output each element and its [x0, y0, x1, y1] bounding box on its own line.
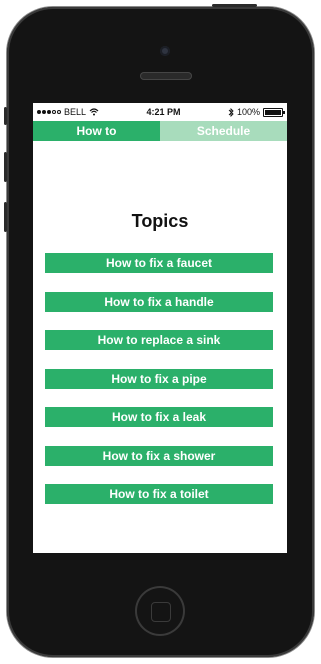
clock: 4:21 PM — [146, 107, 181, 117]
power-button — [212, 4, 257, 7]
topic-button-fix-leak[interactable]: How to fix a leak — [45, 407, 273, 427]
side-switch — [4, 107, 7, 125]
earpiece-speaker — [140, 72, 192, 80]
topic-button-fix-handle[interactable]: How to fix a handle — [45, 291, 273, 312]
app-screen: BELL 4:21 PM 100% How to Schedule Topics… — [33, 103, 287, 553]
page-title: Topics — [131, 211, 189, 231]
volume-up-button — [4, 152, 7, 182]
topic-button-fix-pipe[interactable]: How to fix a pipe — [45, 368, 273, 389]
tab-schedule[interactable]: Schedule — [160, 121, 287, 141]
status-left: BELL — [37, 107, 99, 117]
carrier-label: BELL — [64, 107, 87, 117]
home-square-icon — [151, 602, 171, 622]
topic-button-fix-toilet[interactable]: How to fix a toilet — [45, 484, 273, 504]
bluetooth-icon — [228, 107, 234, 117]
main-content: Topics How to fix a faucet How to fix a … — [33, 141, 287, 553]
topic-button-replace-sink[interactable]: How to replace a sink — [45, 330, 273, 350]
tab-bar: How to Schedule — [33, 121, 287, 141]
battery-fill — [264, 109, 281, 115]
camera-icon — [160, 46, 170, 56]
topic-list: How to fix a faucet How to fix a handle … — [45, 253, 273, 523]
volume-down-button — [4, 202, 7, 232]
signal-icon — [37, 110, 61, 114]
battery-percent: 100% — [236, 107, 260, 117]
status-bar: BELL 4:21 PM 100% — [33, 103, 287, 121]
wifi-icon — [89, 108, 99, 116]
tab-how-to[interactable]: How to — [33, 121, 160, 141]
topic-button-fix-faucet[interactable]: How to fix a faucet — [45, 253, 273, 273]
topic-button-fix-shower[interactable]: How to fix a shower — [45, 445, 273, 466]
battery-icon — [262, 107, 285, 117]
home-button[interactable] — [135, 586, 185, 636]
status-right: 100% — [228, 107, 285, 117]
